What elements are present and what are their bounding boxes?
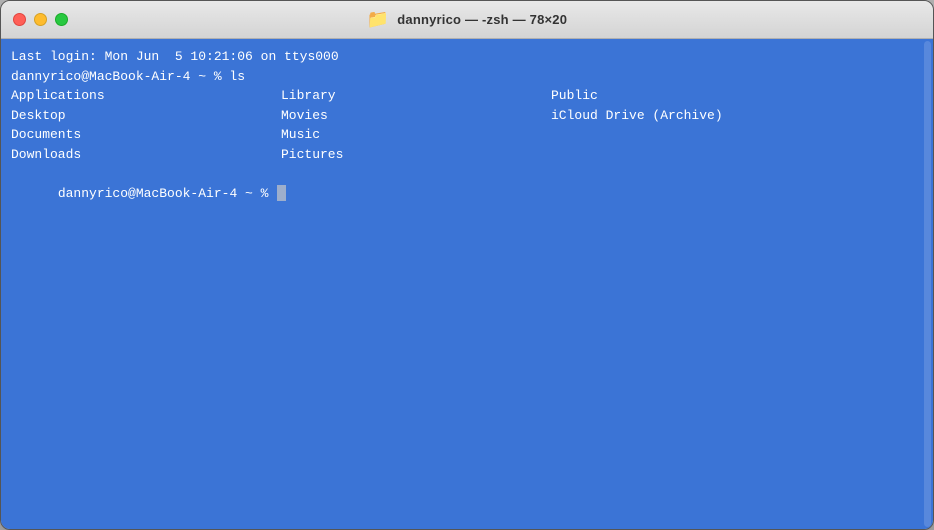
ls-col1-row4: Downloads bbox=[11, 145, 281, 165]
ls-col3-row1: Public bbox=[551, 86, 923, 106]
ls-col2-row2: Movies bbox=[281, 106, 551, 126]
maximize-button[interactable] bbox=[55, 13, 68, 26]
minimize-button[interactable] bbox=[34, 13, 47, 26]
ls-col3-row3 bbox=[551, 125, 923, 145]
title-bar: 📁 dannyrico — -zsh — 78×20 bbox=[1, 1, 933, 39]
terminal-window: 📁 dannyrico — -zsh — 78×20 Last login: M… bbox=[0, 0, 934, 530]
terminal-body[interactable]: Last login: Mon Jun 5 10:21:06 on ttys00… bbox=[1, 39, 933, 529]
ls-col3-row4 bbox=[551, 145, 923, 165]
ls-col2-row4: Pictures bbox=[281, 145, 551, 165]
ls-col2-row1: Library bbox=[281, 86, 551, 106]
prompt-current: dannyrico@MacBook-Air-4 ~ % bbox=[11, 164, 923, 223]
prompt-ls: dannyrico@MacBook-Air-4 ~ % ls bbox=[11, 67, 923, 87]
folder-icon: 📁 bbox=[367, 9, 389, 30]
login-line: Last login: Mon Jun 5 10:21:06 on ttys00… bbox=[11, 47, 923, 67]
close-button[interactable] bbox=[13, 13, 26, 26]
scrollbar[interactable] bbox=[924, 41, 931, 527]
traffic-lights bbox=[13, 13, 68, 26]
ls-output: Applications Library Public Desktop Movi… bbox=[11, 86, 923, 164]
title-bar-content: 📁 dannyrico — -zsh — 78×20 bbox=[367, 9, 567, 30]
ls-col1-row3: Documents bbox=[11, 125, 281, 145]
ls-col1-row1: Applications bbox=[11, 86, 281, 106]
ls-col3-row2: iCloud Drive (Archive) bbox=[551, 106, 923, 126]
cursor-block bbox=[277, 185, 286, 201]
window-title: dannyrico — -zsh — 78×20 bbox=[397, 12, 567, 27]
ls-col1-row2: Desktop bbox=[11, 106, 281, 126]
ls-col2-row3: Music bbox=[281, 125, 551, 145]
